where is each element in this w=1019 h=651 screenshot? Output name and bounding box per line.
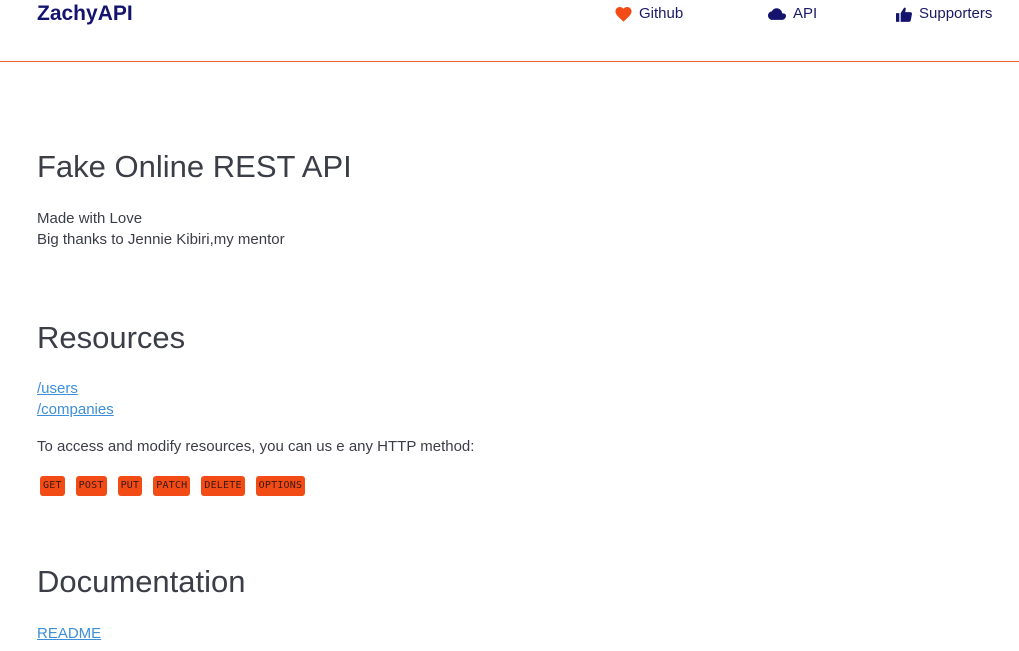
documentation-title: Documentation	[37, 564, 246, 599]
companies-link[interactable]: /companies	[37, 401, 114, 418]
method-badge-put: PUT	[117, 476, 143, 496]
nav-link-supporters-label: Supporters	[919, 5, 993, 22]
method-badge-get: GET	[40, 476, 65, 496]
method-badge-options: OPTIONS	[255, 476, 306, 496]
readme-link[interactable]: README	[37, 625, 101, 642]
nav-link-github-label: Github	[639, 5, 684, 22]
thumbs-up-icon	[896, 7, 912, 22]
resources-title: Resources	[37, 320, 186, 355]
nav-link-api-label: API	[793, 5, 818, 22]
navbar: ZachyAPI Github API Supporters	[0, 0, 1019, 62]
hero-line-thanks: Big thanks to Jennie Kibiri,my mentor	[37, 231, 285, 248]
http-methods-list: GET POST PUT PATCH DELETE OPTIONS	[40, 476, 316, 496]
method-badge-patch: PATCH	[153, 476, 191, 496]
page-title: Fake Online REST API	[37, 149, 352, 184]
users-link[interactable]: /users	[37, 380, 78, 397]
nav-link-github[interactable]: Github	[615, 4, 683, 24]
hero-line-love: Made with Love	[37, 210, 143, 227]
method-badge-post: POST	[75, 476, 107, 496]
nav-link-api[interactable]: API	[768, 4, 817, 24]
nav-link-supporters[interactable]: Supporters	[896, 4, 992, 24]
brand-logo[interactable]: ZachyAPI	[37, 1, 133, 27]
method-badge-delete: DELETE	[201, 476, 245, 496]
cloud-icon	[768, 7, 786, 21]
heart-icon	[615, 6, 632, 22]
access-text: To access and modify resources, you can …	[37, 438, 475, 455]
